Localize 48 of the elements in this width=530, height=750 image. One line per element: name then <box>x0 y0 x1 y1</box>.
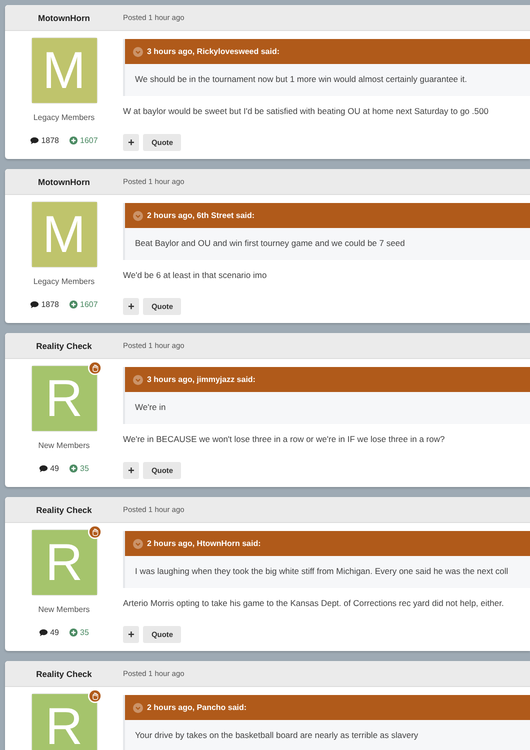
plus-circle-icon <box>69 464 78 473</box>
chevron-circle-icon[interactable] <box>133 46 143 56</box>
react-button[interactable]: + <box>123 134 140 151</box>
post-count: 1878 <box>41 136 59 145</box>
author-name[interactable]: Reality Check <box>5 668 123 678</box>
chevron-circle-icon[interactable] <box>133 538 143 548</box>
speech-bubble-icon <box>39 628 48 637</box>
post-text: W at baylor would be sweet but I'd be satisfied with beating OU at home next Saturday to go .500 <box>123 106 490 116</box>
post-text: We're in BECAUSE we won't lose three in a row or we're in IF we lose three in a row? <box>123 434 446 444</box>
quote-citation: 3 hours ago, Rickylovesweed said: <box>147 47 280 56</box>
quote-text: We should be in the tournament now but 1 more win would almost certainly guarantee it. <box>134 73 468 86</box>
author-name[interactable]: MotownHorn <box>5 176 123 186</box>
plus-circle-icon <box>69 628 78 637</box>
reputation-count: 35 <box>80 464 89 473</box>
author-name[interactable]: Reality Check <box>5 340 123 350</box>
chevron-circle-icon[interactable] <box>133 374 143 384</box>
quote-citation: 2 hours ago, 6th Street said: <box>147 211 255 220</box>
quote-citation: 3 hours ago, jimmyjazz said: <box>147 375 256 384</box>
post-text: We'd be 6 at least in that scenario imo <box>123 270 268 280</box>
member-group: New Members <box>38 441 90 450</box>
post-count: 49 <box>50 464 59 473</box>
post-text: Arterio Morris opting to take his game to the Kansas Dept. of Corrections rec yard did not help, either. <box>123 598 505 608</box>
plus-circle-icon <box>69 136 78 145</box>
quote-text: I was laughing when they took the big white stiff from Michigan. Every one said he was the next coll <box>134 565 510 578</box>
author-name[interactable]: MotownHorn <box>5 12 123 22</box>
quote-citation: 2 hours ago, HtownHorn said: <box>147 539 261 548</box>
react-button[interactable]: + <box>123 298 140 315</box>
react-button[interactable]: + <box>123 462 140 479</box>
member-group: New Members <box>38 605 90 614</box>
quote-text: We're in <box>134 401 167 414</box>
member-group: Legacy Members <box>33 277 95 286</box>
quote-text: Your drive by takes on the basketball board are nearly as terrible as slavery <box>134 729 420 742</box>
chevron-circle-icon[interactable] <box>133 702 143 712</box>
quote-text: Beat Baylor and OU and win first tourney game and we could be 7 seed <box>134 237 406 250</box>
reputation-count: 1607 <box>80 136 98 145</box>
speech-bubble-icon <box>30 136 40 145</box>
plus-circle-icon <box>69 300 78 309</box>
quote-citation: 2 hours ago, Pancho said: <box>147 703 247 712</box>
reputation-count: 35 <box>80 628 89 637</box>
post-count: 49 <box>50 628 59 637</box>
member-group: Legacy Members <box>33 113 95 122</box>
chevron-circle-icon[interactable] <box>133 210 143 220</box>
post-count: 1878 <box>41 300 59 309</box>
author-name[interactable]: Reality Check <box>5 504 123 514</box>
react-button[interactable]: + <box>123 626 140 643</box>
speech-bubble-icon <box>39 464 48 473</box>
reputation-count: 1607 <box>80 300 98 309</box>
speech-bubble-icon <box>30 300 40 309</box>
